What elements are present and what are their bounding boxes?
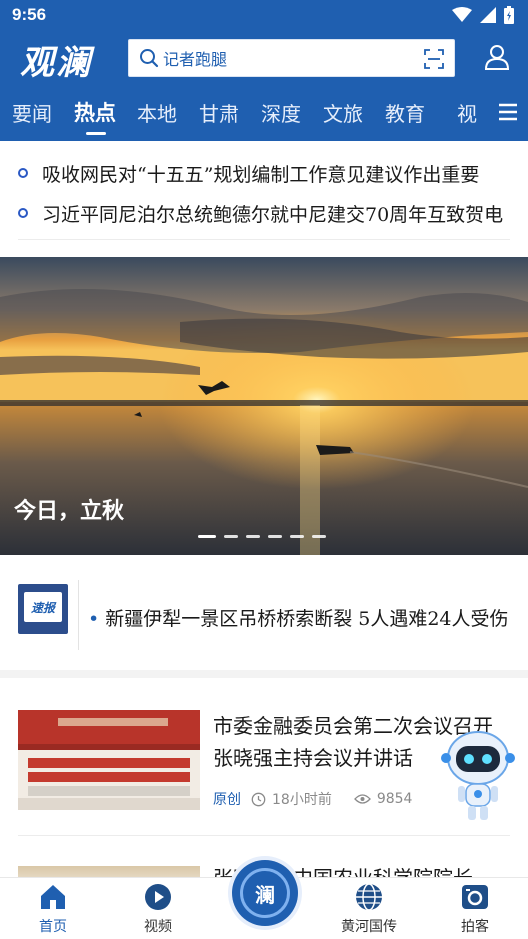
divider: [18, 239, 510, 240]
divider: [78, 580, 79, 650]
battery-icon: [504, 6, 514, 24]
news-tag: 原创: [213, 792, 241, 808]
play-icon: [145, 884, 171, 910]
status-icons: [452, 6, 514, 24]
tab-wenlv[interactable]: 文旅: [312, 98, 374, 127]
tab-yaowen[interactable]: 要闻: [0, 98, 64, 127]
search-bar[interactable]: 记者跑腿: [128, 39, 455, 77]
carousel-indicators: [198, 535, 326, 538]
nav-home[interactable]: 首页: [13, 882, 93, 938]
signal-icon: [480, 7, 496, 23]
tab-bendi[interactable]: 本地: [126, 98, 188, 127]
news-meta: 原创 18小时前 9854: [213, 789, 412, 809]
app-header: 9:56 观澜 记者跑腿 要闻 热点 本地 甘肃 深度 文旅 教育 视: [0, 0, 528, 141]
tab-redian[interactable]: 热点: [64, 97, 126, 135]
clock-icon: [251, 792, 266, 806]
headline-item[interactable]: 吸收网民对“十五五”规划编制工作意见建议作出重要: [18, 153, 528, 193]
nav-label: 黄河国传: [341, 919, 397, 935]
flash-news-title: 新疆伊犁一景区吊桥桥索断裂 5人遇难24人受伤: [105, 608, 509, 630]
carousel-dot: [268, 535, 282, 538]
nav-label: 拍客: [461, 919, 489, 935]
home-icon: [41, 885, 65, 909]
camera-icon: [462, 885, 488, 909]
eye-icon: [353, 794, 371, 804]
tab-jiaoyu[interactable]: 教育: [374, 98, 436, 127]
carousel-dot: [246, 535, 260, 538]
carousel-dot: [198, 535, 216, 538]
carousel-dot: [224, 535, 238, 538]
bullet-icon: [18, 208, 28, 218]
tab-shendu[interactable]: 深度: [250, 98, 312, 127]
flash-news-text: • 新疆伊犁一景区吊桥桥索断裂 5人遇难24人受伤: [88, 604, 509, 631]
headline-text: 习近平同尼泊尔总统鲍德尔就中尼建交70周年互致贺电: [42, 203, 504, 226]
center-action-button[interactable]: 澜: [232, 860, 298, 926]
flash-news[interactable]: 速报 • 新疆伊犁一景区吊桥桥索断裂 5人遇难24人受伤: [0, 570, 528, 670]
channel-tabs: 要闻 热点 本地 甘肃 深度 文旅 教育 视: [0, 90, 528, 135]
banner-caption: 今日，立秋: [14, 498, 125, 524]
nav-label: 视频: [144, 919, 172, 935]
nav-label: 首页: [39, 919, 67, 935]
search-placeholder: 记者跑腿: [163, 50, 228, 69]
headline-item[interactable]: 习近平同尼泊尔总统鲍德尔就中尼建交70周年互致贺电: [18, 193, 528, 233]
user-icon[interactable]: [484, 44, 510, 70]
bullet-dot: •: [88, 608, 100, 630]
carousel-dot: [290, 535, 304, 538]
status-time: 9:56: [12, 5, 47, 24]
section-divider: [0, 670, 528, 678]
divider: [18, 835, 510, 836]
center-button-label: 澜: [240, 868, 290, 918]
flash-badge-label: 速报: [24, 592, 62, 622]
tab-gansu[interactable]: 甘肃: [188, 98, 250, 127]
globe-icon: [356, 883, 382, 911]
banner-carousel[interactable]: 今日，立秋: [0, 257, 528, 555]
bullet-icon: [18, 168, 28, 178]
flash-news-badge: 速报: [18, 584, 68, 634]
menu-icon: [499, 103, 517, 121]
nav-paike[interactable]: 拍客: [435, 882, 515, 938]
news-views: 9854: [376, 791, 413, 807]
top-headlines: 吸收网民对“十五五”规划编制工作意见建议作出重要 习近平同尼泊尔总统鲍德尔就中尼…: [0, 141, 528, 241]
news-thumbnail: [18, 710, 200, 810]
app-logo[interactable]: 观澜: [20, 35, 92, 84]
carousel-dot: [312, 535, 326, 538]
status-bar: 9:56: [0, 0, 528, 32]
search-icon: [140, 49, 159, 68]
headline-text: 吸收网民对“十五五”规划编制工作意见建议作出重要: [42, 163, 480, 186]
news-time: 18小时前: [272, 792, 332, 808]
nav-video[interactable]: 视频: [118, 882, 198, 938]
nav-huanghe[interactable]: 黄河国传: [329, 882, 409, 938]
tabs-menu-button[interactable]: [488, 90, 528, 134]
scan-icon[interactable]: [424, 49, 444, 69]
wifi-icon: [452, 7, 472, 22]
robot-assistant-icon[interactable]: [440, 728, 516, 824]
